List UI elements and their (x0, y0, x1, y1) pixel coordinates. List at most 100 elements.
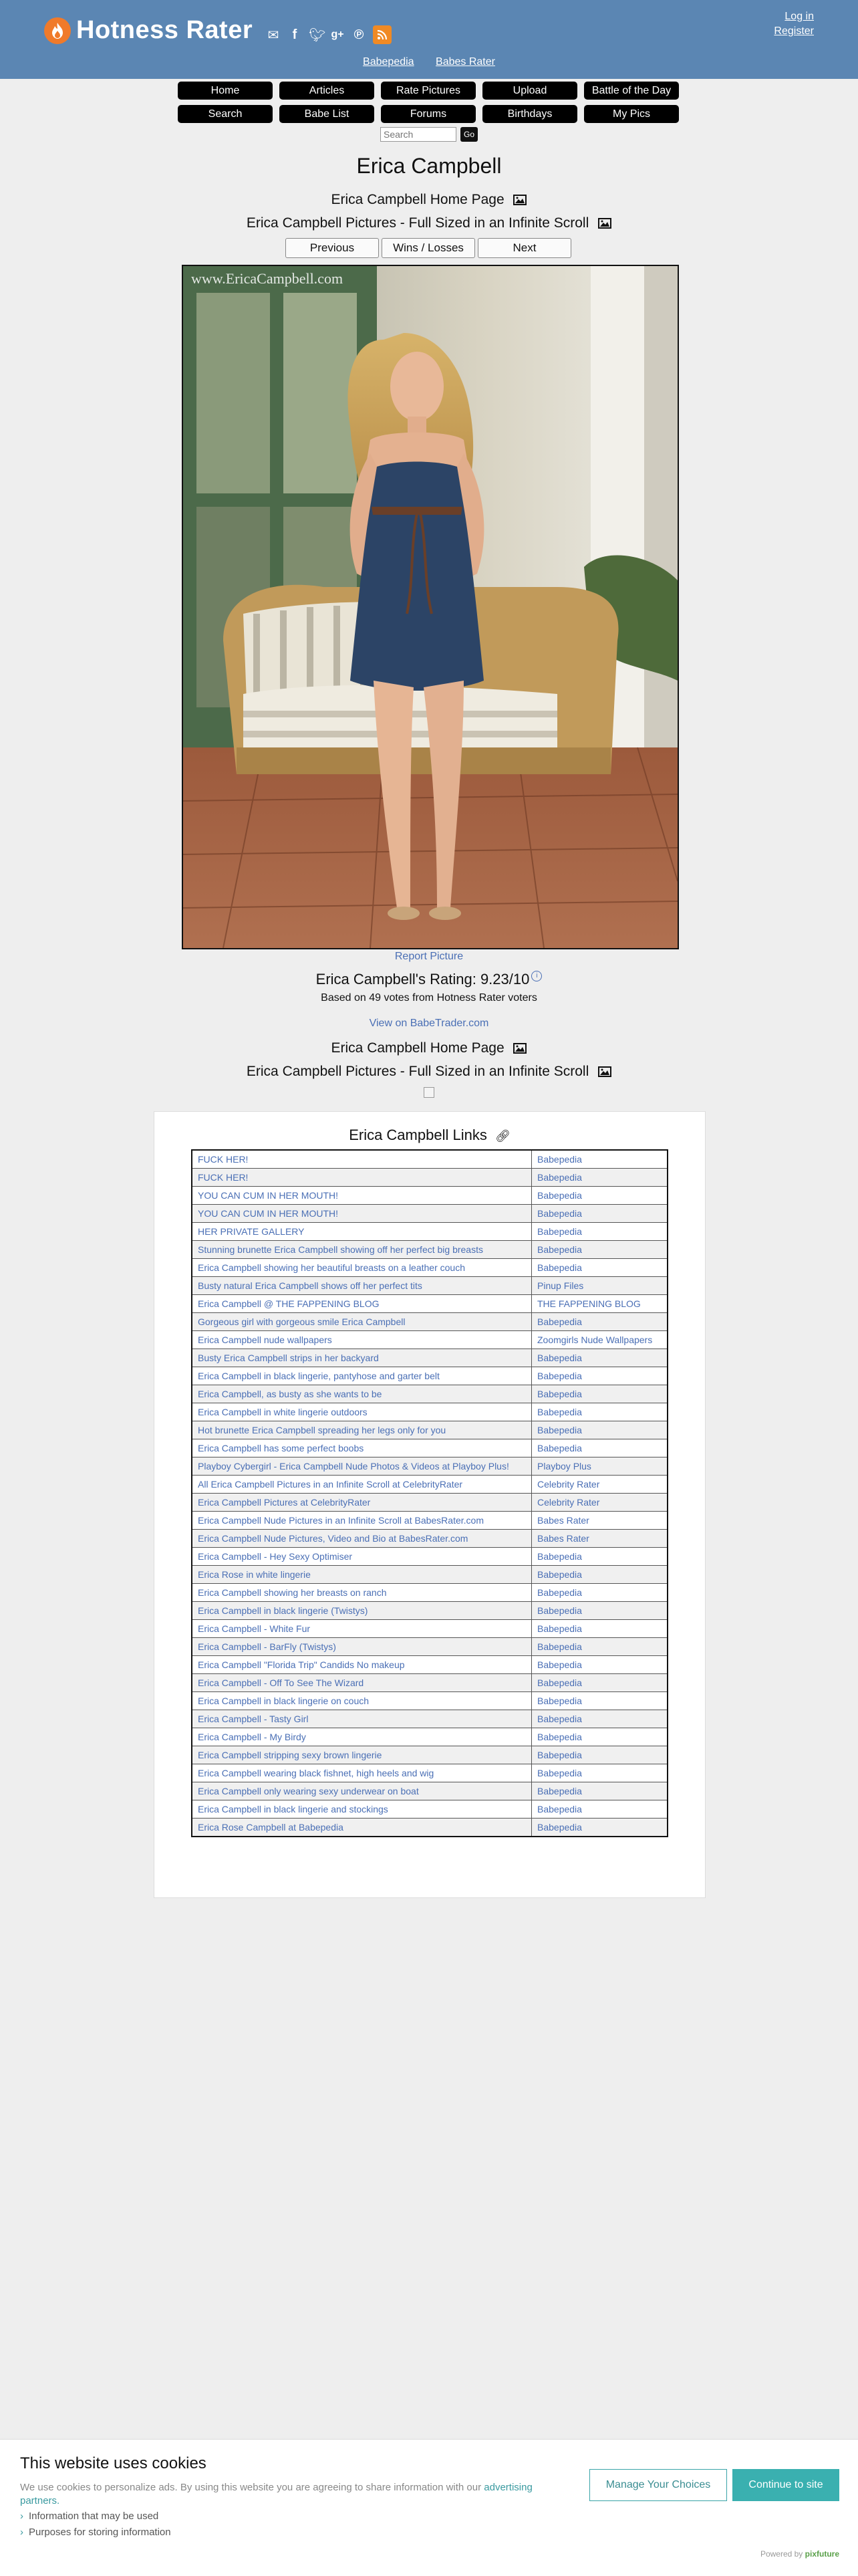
link-title[interactable]: Busty Erica Campbell strips in her backy… (191, 1349, 532, 1367)
home-page-link-2[interactable]: Erica Campbell Home Page (331, 1040, 505, 1056)
google-plus-icon[interactable]: g+ (330, 29, 345, 41)
link-title[interactable]: Erica Campbell nude wallpapers (191, 1330, 532, 1349)
link-title[interactable]: Erica Campbell in black lingerie and sto… (191, 1800, 532, 1819)
link-source[interactable]: Babepedia (531, 1655, 668, 1674)
link-source[interactable]: Babes Rater (531, 1511, 668, 1530)
babetrader-link[interactable]: View on BabeTrader.com (370, 1018, 489, 1029)
link-source[interactable]: Babepedia (531, 1547, 668, 1566)
link-title[interactable]: Playboy Cybergirl - Erica Campbell Nude … (191, 1457, 532, 1476)
link-source[interactable]: Babepedia (531, 1421, 668, 1439)
link-source[interactable]: Playboy Plus (531, 1457, 668, 1476)
link-source[interactable]: Babepedia (531, 1349, 668, 1367)
link-title[interactable]: Erica Campbell - Hey Sexy Optimiser (191, 1547, 532, 1566)
link-title[interactable]: HER PRIVATE GALLERY (191, 1222, 532, 1241)
link-source[interactable]: Babepedia (531, 1691, 668, 1710)
report-picture-link[interactable]: Report Picture (395, 951, 463, 962)
link-title[interactable]: FUCK HER! (191, 1168, 532, 1187)
nav-upload[interactable]: Upload (482, 82, 577, 100)
link-source[interactable]: Pinup Files (531, 1276, 668, 1295)
link-title[interactable]: Erica Campbell in black lingerie, pantyh… (191, 1367, 532, 1385)
pictures-infinite-scroll-link-2[interactable]: Erica Campbell Pictures - Full Sized in … (247, 1064, 589, 1079)
link-source[interactable]: Babepedia (531, 1186, 668, 1205)
link-title[interactable]: Erica Campbell only wearing sexy underwe… (191, 1782, 532, 1800)
link-title[interactable]: Erica Campbell Nude Pictures in an Infin… (191, 1511, 532, 1530)
nav-forums[interactable]: Forums (381, 105, 476, 123)
email-icon[interactable]: ✉ (266, 27, 281, 43)
pictures-infinite-scroll-link[interactable]: Erica Campbell Pictures - Full Sized in … (247, 215, 589, 231)
link-source[interactable]: Babepedia (531, 1439, 668, 1457)
search-input[interactable] (380, 127, 456, 142)
link-source[interactable]: Babepedia (531, 1746, 668, 1764)
link-title[interactable]: Erica Campbell - White Fur (191, 1619, 532, 1638)
link-title[interactable]: Erica Rose in white lingerie (191, 1565, 532, 1584)
link-source[interactable]: Babepedia (531, 1619, 668, 1638)
nav-battle-of-the-day[interactable]: Battle of the Day (584, 82, 679, 100)
info-icon[interactable]: i (531, 971, 543, 981)
previous-button[interactable]: Previous (285, 238, 379, 258)
link-title[interactable]: Erica Campbell - Off To See The Wizard (191, 1673, 532, 1692)
link-title[interactable]: Erica Campbell showing her breasts on ra… (191, 1583, 532, 1602)
link-source[interactable]: Babepedia (531, 1312, 668, 1331)
link-source[interactable]: Babepedia (531, 1601, 668, 1620)
link-source[interactable]: Babepedia (531, 1222, 668, 1241)
link-source[interactable]: Babepedia (531, 1204, 668, 1223)
link-source[interactable]: Babepedia (531, 1367, 668, 1385)
link-title[interactable]: YOU CAN CUM IN HER MOUTH! (191, 1186, 532, 1205)
link-source[interactable]: Babepedia (531, 1800, 668, 1819)
register-link[interactable]: Register (774, 24, 814, 39)
link-source[interactable]: Babepedia (531, 1637, 668, 1656)
link-title[interactable]: Erica Rose Campbell at Babepedia (191, 1818, 532, 1837)
link-source[interactable]: Babepedia (531, 1149, 668, 1169)
link-source[interactable]: THE FAPPENING BLOG (531, 1294, 668, 1313)
link-title[interactable]: Erica Campbell Nude Pictures, Video and … (191, 1529, 532, 1548)
link-title[interactable]: Hot brunette Erica Campbell spreading he… (191, 1421, 532, 1439)
link-title[interactable]: Erica Campbell has some perfect boobs (191, 1439, 532, 1457)
link-title[interactable]: Busty natural Erica Campbell shows off h… (191, 1276, 532, 1295)
home-page-link[interactable]: Erica Campbell Home Page (331, 192, 505, 207)
link-title[interactable]: Erica Campbell showing her beautiful bre… (191, 1258, 532, 1277)
link-title[interactable]: Erica Campbell Pictures at CelebrityRate… (191, 1493, 532, 1512)
nav-articles[interactable]: Articles (279, 82, 374, 100)
next-button[interactable]: Next (478, 238, 571, 258)
link-source[interactable]: Babes Rater (531, 1529, 668, 1548)
link-source[interactable]: Babepedia (531, 1583, 668, 1602)
link-source[interactable]: Babepedia (531, 1728, 668, 1746)
link-source[interactable]: Babepedia (531, 1764, 668, 1782)
link-source[interactable]: Babepedia (531, 1403, 668, 1421)
link-title[interactable]: Erica Campbell - My Birdy (191, 1728, 532, 1746)
link-source[interactable]: Babepedia (531, 1710, 668, 1728)
site-logo[interactable]: Hotness Rater (44, 16, 253, 45)
link-title[interactable]: Erica Campbell wearing black fishnet, hi… (191, 1764, 532, 1782)
link-source[interactable]: Zoomgirls Nude Wallpapers (531, 1330, 668, 1349)
link-source[interactable]: Babepedia (531, 1168, 668, 1187)
link-title[interactable]: Erica Campbell in black lingerie on couc… (191, 1691, 532, 1710)
link-title[interactable]: Stunning brunette Erica Campbell showing… (191, 1240, 532, 1259)
login-link[interactable]: Log in (774, 9, 814, 24)
pinterest-icon[interactable]: ℗ (351, 27, 366, 43)
link-source[interactable]: Babepedia (531, 1385, 668, 1403)
link-title[interactable]: Gorgeous girl with gorgeous smile Erica … (191, 1312, 532, 1331)
nav-babe-list[interactable]: Babe List (279, 105, 374, 123)
link-source[interactable]: Babepedia (531, 1565, 668, 1584)
babes-rater-link[interactable]: Babes Rater (436, 56, 495, 68)
link-source[interactable]: Babepedia (531, 1258, 668, 1277)
link-title[interactable]: Erica Campbell in black lingerie (Twisty… (191, 1601, 532, 1620)
link-title[interactable]: Erica Campbell - Tasty Girl (191, 1710, 532, 1728)
nav-my-pics[interactable]: My Pics (584, 105, 679, 123)
manage-choices-button[interactable]: Manage Your Choices (589, 2469, 727, 2501)
link-title[interactable]: Erica Campbell @ THE FAPPENING BLOG (191, 1294, 532, 1313)
link-title[interactable]: All Erica Campbell Pictures in an Infini… (191, 1475, 532, 1494)
wins-losses-button[interactable]: Wins / Losses (382, 238, 475, 258)
babepedia-link[interactable]: Babepedia (363, 56, 414, 68)
link-source[interactable]: Celebrity Rater (531, 1475, 668, 1494)
rss-icon[interactable] (373, 25, 392, 44)
link-title[interactable]: Erica Campbell in white lingerie outdoor… (191, 1403, 532, 1421)
link-title[interactable]: FUCK HER! (191, 1149, 532, 1169)
nav-birthdays[interactable]: Birthdays (482, 105, 577, 123)
search-go-button[interactable]: Go (460, 127, 478, 142)
link-source[interactable]: Babepedia (531, 1782, 668, 1800)
nav-rate-pictures[interactable]: Rate Pictures (381, 82, 476, 100)
link-title[interactable]: Erica Campbell - BarFly (Twistys) (191, 1637, 532, 1656)
nav-search[interactable]: Search (178, 105, 273, 123)
link-source[interactable]: Babepedia (531, 1818, 668, 1837)
